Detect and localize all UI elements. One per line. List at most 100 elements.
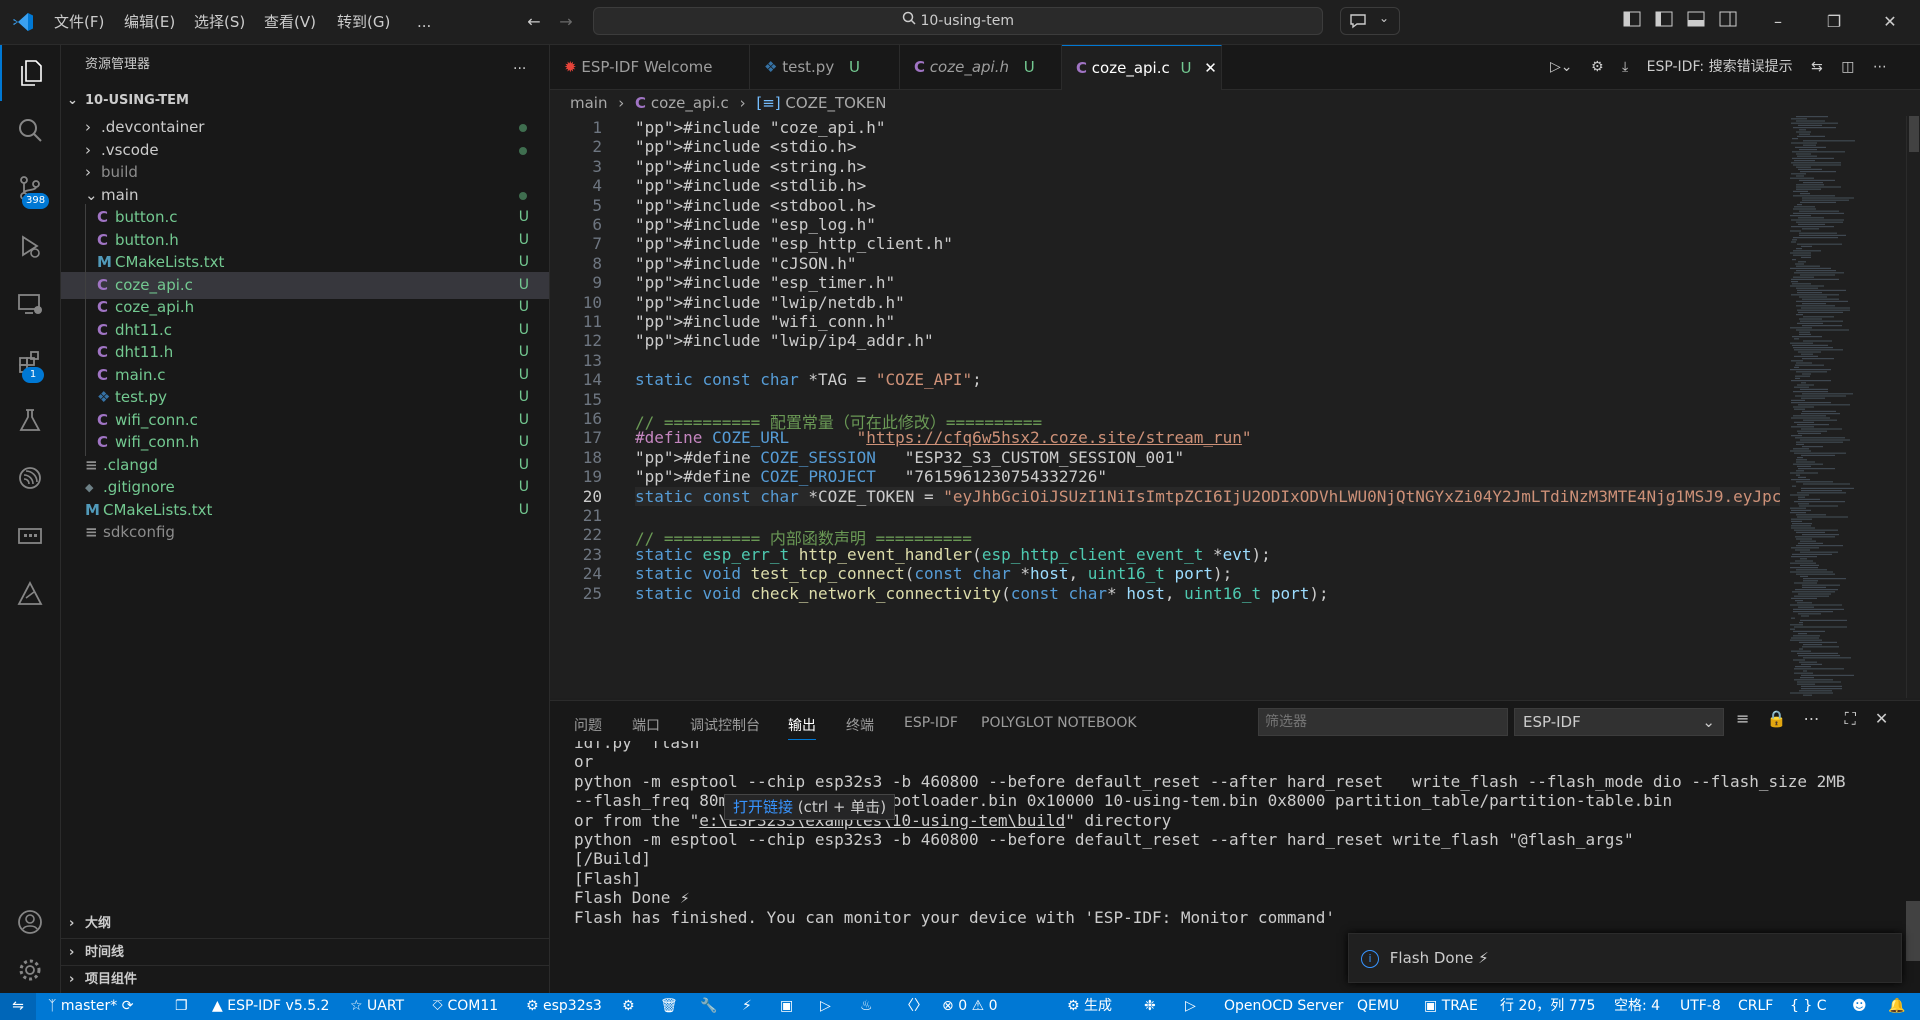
close-tab-icon[interactable]: ✕	[1204, 59, 1217, 77]
panel-tab-debug-console[interactable]: 调试控制台	[690, 715, 760, 735]
menu-file[interactable]: 文件(F)	[54, 0, 104, 44]
close-panel-icon[interactable]: ✕	[1875, 709, 1888, 728]
scrollbar-thumb[interactable]	[1909, 116, 1919, 152]
toggle-panel-icon[interactable]	[1684, 10, 1708, 34]
menuconfig-gear-icon[interactable]: ⚙	[622, 993, 635, 1020]
panel-tab-terminal[interactable]: 终端	[846, 715, 874, 735]
panel-tab-polyglot-notebook[interactable]: POLYGLOT NOTEBOOK	[981, 715, 1137, 731]
breadcrumb-symbol[interactable]: COZE_TOKEN	[785, 94, 886, 112]
deploy-icon[interactable]	[0, 567, 60, 623]
explorer-status-icon[interactable]: ❐	[175, 993, 188, 1020]
toggle-primary-sidebar-icon[interactable]	[1652, 10, 1676, 34]
build-flash-monitor-fire-icon[interactable]: ♨	[860, 993, 873, 1020]
remote-indicator-icon[interactable]: ⇋	[0, 993, 36, 1020]
notification-toast[interactable]: i Flash Done ⚡	[1348, 933, 1902, 983]
build-wrench-icon[interactable]: 🔧	[700, 993, 717, 1020]
clear-output-icon[interactable]: ≡	[1736, 709, 1749, 728]
esp-idf-version[interactable]: ▲ ESP-IDF v5.5.2	[212, 993, 329, 1020]
copilot-icon[interactable]: ☻	[1852, 993, 1867, 1020]
tab-coze-api-c[interactable]: C coze_api.c U ✕	[1062, 45, 1222, 90]
more-actions-icon[interactable]: ⋯	[1804, 709, 1820, 728]
language-mode[interactable]: { } C	[1790, 993, 1827, 1020]
problems-summary[interactable]: ⊗ 0 ⚠ 0	[942, 993, 998, 1020]
copilot-chat-button[interactable]: ⌄	[1340, 7, 1400, 35]
target-chip[interactable]: ⚙ esp32s3	[526, 993, 602, 1020]
full-clean-trash-icon[interactable]: 🗑	[660, 993, 678, 1020]
trae[interactable]: ▣ TRAE	[1424, 993, 1478, 1020]
bug-icon[interactable]: ❉	[1144, 993, 1156, 1020]
serial-port[interactable]: ⎏ COM11	[432, 993, 498, 1020]
tab-coze-api-h[interactable]: C coze_api.h U	[900, 45, 1062, 89]
minimize-icon[interactable]: –	[1766, 10, 1790, 34]
forward-arrow-icon[interactable]: →	[554, 10, 578, 34]
cursor-position[interactable]: 行 20，列 775	[1500, 993, 1595, 1020]
menu-more[interactable]: ...	[417, 0, 431, 44]
tab-test-py[interactable]: ❖ test.py U	[750, 45, 900, 89]
run-debug-icon[interactable]	[0, 219, 60, 275]
compare-icon[interactable]: ⇆	[1811, 59, 1823, 75]
tree-item[interactable]: ≡ sdkconfig	[61, 519, 549, 546]
code-editor[interactable]: 1 "pp">#include "coze_api.h" 2 "pp">#includ…	[550, 116, 1780, 698]
remote-explorer-icon[interactable]	[0, 277, 60, 333]
panel-tab-ports[interactable]: 端口	[632, 715, 660, 735]
output-channel-select[interactable]: ESP-IDF ⌄	[1514, 708, 1724, 736]
notifications-bell-icon[interactable]: 🔔	[1888, 993, 1905, 1020]
indentation[interactable]: 空格: 4	[1614, 993, 1660, 1020]
minimap[interactable]	[1780, 116, 1906, 698]
testing-flask-icon[interactable]	[0, 393, 60, 449]
flash-method[interactable]: ☆ UART	[350, 993, 404, 1020]
editor-scrollbar[interactable]	[1906, 116, 1920, 698]
menu-edit[interactable]: 编辑(E)	[124, 0, 175, 44]
settings-gear-icon[interactable]	[0, 943, 60, 999]
breadcrumb-file[interactable]: coze_api.c	[651, 94, 729, 112]
encoding[interactable]: UTF-8	[1680, 993, 1721, 1020]
run-icon[interactable]: ▷	[1185, 993, 1196, 1020]
serial-monitor-icon[interactable]	[0, 509, 60, 565]
menu-view[interactable]: 查看(V)	[264, 0, 316, 44]
download-icon[interactable]: ⤓	[1622, 59, 1628, 75]
tab-esp-idf-welcome[interactable]: ✹ ESP-IDF Welcome	[550, 45, 750, 89]
more-actions-icon[interactable]: ⋯	[1873, 59, 1887, 75]
flash-icon[interactable]: ⚡	[742, 993, 752, 1020]
esp-idf-error-hints-button[interactable]: ESP-IDF: 搜索错误提示	[1647, 59, 1793, 75]
search-activity-icon[interactable]	[0, 103, 60, 159]
debug-icon[interactable]: ▷	[820, 993, 831, 1020]
run-debug-dropdown-icon[interactable]: ▷⌄	[1550, 59, 1573, 75]
panel-scrollbar-thumb[interactable]	[1906, 901, 1920, 961]
lock-scroll-icon[interactable]: 🔒	[1767, 709, 1787, 728]
menu-go[interactable]: 转到(G)	[337, 0, 390, 44]
qemu[interactable]: QEMU	[1357, 993, 1399, 1020]
sidebar-more-button[interactable]: ...	[513, 45, 526, 85]
restore-icon[interactable]: ❐	[1822, 10, 1846, 34]
timeline-section[interactable]: › 时间线	[61, 938, 549, 966]
git-branch[interactable]: ᛉ master* ⟳	[48, 993, 133, 1020]
build-task[interactable]: ⚙ 生成	[1067, 993, 1112, 1020]
line-ending[interactable]: CRLF	[1738, 993, 1773, 1020]
toggle-sidebar-icon[interactable]	[1620, 10, 1644, 34]
panel-tab-output[interactable]: 输出	[788, 715, 816, 740]
openocd-server[interactable]: OpenOCD Server	[1224, 993, 1343, 1020]
breadcrumb-folder[interactable]: main	[570, 94, 607, 112]
project-components-section[interactable]: › 项目组件	[61, 965, 549, 993]
extensions-icon[interactable]: 1	[0, 335, 60, 391]
workspace-root[interactable]: ⌄ 10-USING-TEM	[61, 87, 549, 114]
source-control-icon[interactable]: 398	[0, 161, 60, 217]
menu-selection[interactable]: 选择(S)	[194, 0, 245, 44]
panel-tab-problems[interactable]: 问题	[574, 715, 602, 735]
maximize-panel-icon[interactable]: ⛶	[1845, 709, 1856, 728]
explorer-icon[interactable]	[0, 45, 60, 101]
panel-tab-esp-idf[interactable]: ESP-IDF	[904, 715, 958, 731]
monitor-icon[interactable]: ▣	[780, 993, 793, 1020]
outline-section[interactable]: › 大纲	[61, 910, 549, 937]
split-editor-icon[interactable]: ◫	[1841, 59, 1854, 75]
output-filter-input[interactable]	[1258, 708, 1508, 736]
terminal-icon[interactable]: 〈〉	[900, 993, 928, 1020]
settings-gear-icon[interactable]: ⚙	[1591, 59, 1604, 75]
close-window-icon[interactable]: ✕	[1878, 10, 1902, 34]
toggle-secondary-sidebar-icon[interactable]	[1716, 10, 1740, 34]
open-link-action[interactable]: 打开链接	[733, 798, 793, 816]
sync-icon[interactable]: ⟳	[122, 998, 134, 1014]
back-arrow-icon[interactable]: ←	[522, 10, 546, 34]
espressif-icon[interactable]	[0, 451, 60, 507]
command-center-search[interactable]: 10-using-tem	[593, 7, 1323, 35]
